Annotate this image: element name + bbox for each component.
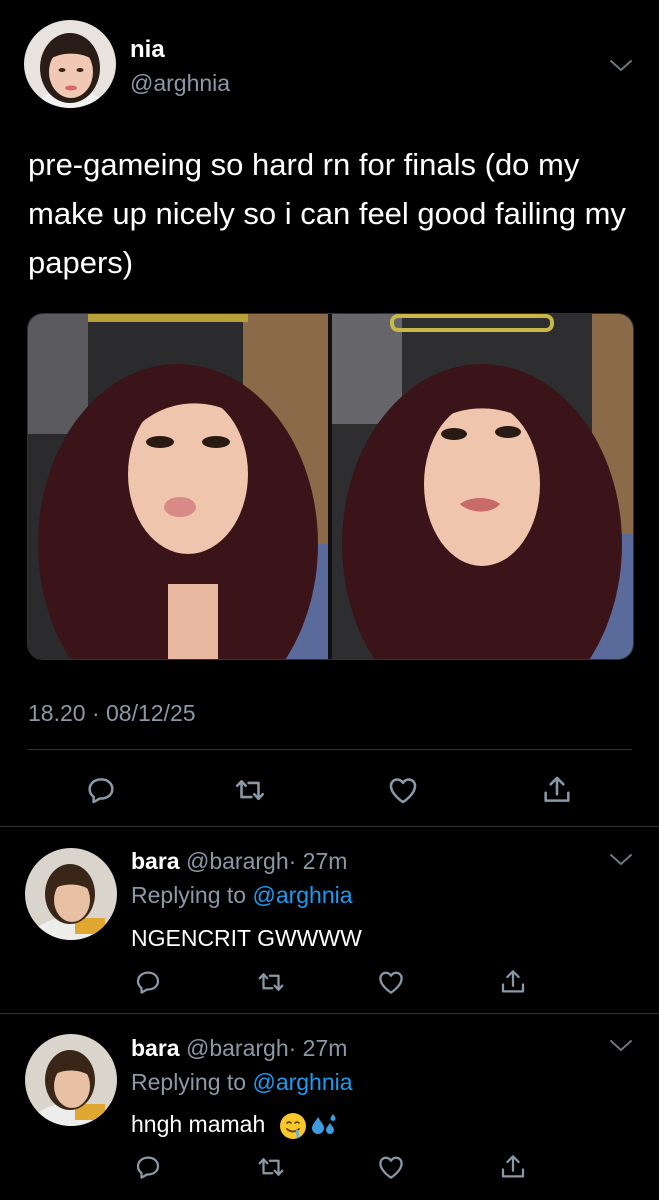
- share-icon[interactable]: [498, 1152, 528, 1182]
- replying-to: Replying to @arghnia: [131, 882, 353, 909]
- replying-to-label: Replying to: [131, 882, 247, 908]
- reply-handle[interactable]: @barargh: [186, 848, 289, 874]
- reply-text: NGENCRIT GWWWW: [131, 925, 362, 951]
- author-avatar[interactable]: [24, 20, 116, 108]
- divider: [27, 749, 632, 750]
- like-icon[interactable]: [386, 773, 420, 807]
- reply-text-row: hngh mamah: [131, 1111, 340, 1141]
- retweet-icon[interactable]: [233, 773, 267, 807]
- tweet-timestamp[interactable]: 18.20 · 08/12/25: [28, 700, 196, 727]
- reply-display-name[interactable]: bara: [131, 848, 180, 874]
- reply-icon[interactable]: [133, 967, 163, 997]
- reply-header: bara @barargh· 27m: [131, 848, 347, 875]
- replying-to-label: Replying to: [131, 1069, 247, 1095]
- share-icon[interactable]: [540, 773, 574, 807]
- reply-icon[interactable]: [84, 773, 118, 807]
- tweet-photo-2[interactable]: [332, 314, 633, 659]
- reply-avatar[interactable]: [25, 848, 117, 940]
- chevron-down-icon[interactable]: [608, 58, 634, 74]
- reply-avatar[interactable]: [25, 1034, 117, 1126]
- like-icon[interactable]: [376, 967, 406, 997]
- replying-to-handle[interactable]: @arghnia: [252, 882, 352, 908]
- author-display-name[interactable]: nia: [130, 36, 165, 64]
- like-icon[interactable]: [376, 1152, 406, 1182]
- reply-text: hngh mamah: [131, 1111, 266, 1138]
- chevron-down-icon[interactable]: [608, 1038, 634, 1054]
- sweat-droplets-emoji: [310, 1111, 340, 1141]
- reply-time: · 27m: [288, 848, 348, 874]
- retweet-icon[interactable]: [256, 1152, 286, 1182]
- retweet-icon[interactable]: [256, 967, 286, 997]
- reply-header: bara @barargh· 27m: [131, 1035, 347, 1062]
- tweet-media[interactable]: [27, 313, 634, 660]
- reply-display-name[interactable]: bara: [131, 1035, 180, 1061]
- chevron-down-icon[interactable]: [608, 852, 634, 868]
- divider: [0, 826, 659, 827]
- tweet-text: pre-gameing so hard rn for finals (do my…: [28, 147, 626, 280]
- replying-to-handle[interactable]: @arghnia: [252, 1069, 352, 1095]
- replying-to: Replying to @arghnia: [131, 1069, 353, 1096]
- tweet-photo-1[interactable]: [28, 314, 328, 659]
- reply-handle[interactable]: @barargh: [186, 1035, 289, 1061]
- reply-time: · 27m: [288, 1035, 348, 1061]
- author-handle[interactable]: @arghnia: [130, 70, 230, 97]
- reply-icon[interactable]: [133, 1152, 163, 1182]
- share-icon[interactable]: [498, 967, 528, 997]
- divider: [0, 1013, 659, 1014]
- drooling-face-emoji: [278, 1111, 308, 1141]
